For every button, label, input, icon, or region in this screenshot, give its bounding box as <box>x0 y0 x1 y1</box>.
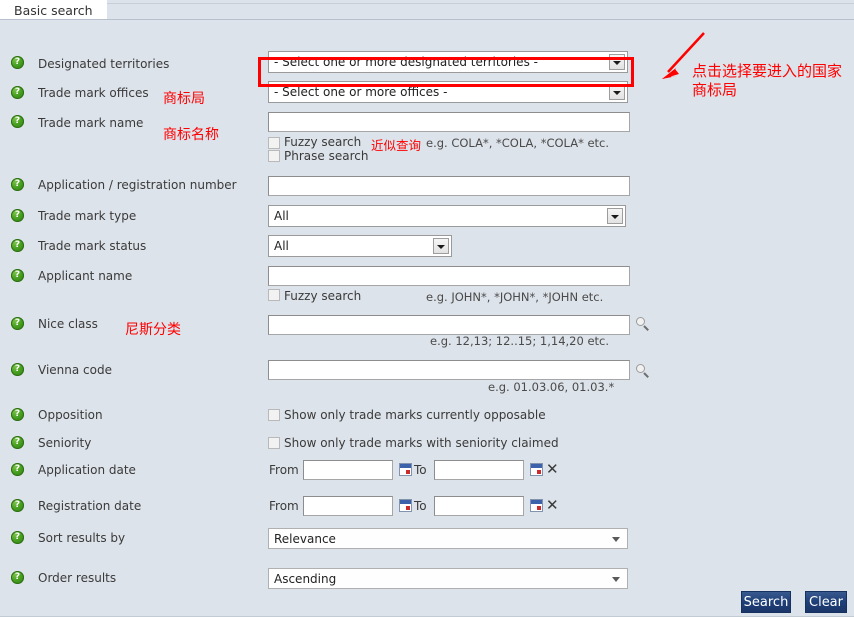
application-registration-number-input[interactable] <box>268 176 630 196</box>
application-date-to-label: To <box>414 463 427 477</box>
label-trade-mark-offices: Trade mark offices <box>38 86 149 100</box>
order-results-value: Ascending <box>274 572 337 586</box>
label-trade-mark-name: Trade mark name <box>38 116 144 130</box>
chevron-down-icon[interactable] <box>612 537 620 542</box>
help-icon[interactable]: ? <box>11 317 24 330</box>
registration-date-from-input[interactable] <box>303 496 393 516</box>
search-icon[interactable] <box>636 364 650 378</box>
calendar-icon[interactable] <box>399 463 412 476</box>
label-nice-class: Nice class <box>38 317 98 331</box>
label-designated-territories: Designated territories <box>38 57 170 71</box>
fuzzy-search-checkbox-name[interactable] <box>268 137 280 149</box>
phrase-search-checkbox[interactable] <box>268 150 280 162</box>
designated-territories-select[interactable]: - Select one or more designated territor… <box>268 51 628 73</box>
vienna-code-input[interactable] <box>268 360 630 380</box>
seniority-checkbox[interactable] <box>268 437 280 449</box>
help-icon[interactable]: ? <box>11 531 24 544</box>
registration-date-from-label: From <box>269 499 299 513</box>
clear-button[interactable]: Clear <box>805 591 847 613</box>
chevron-down-icon[interactable] <box>609 84 625 100</box>
magnifier-handle <box>643 372 649 378</box>
callout-cn-line2: 商标局 <box>692 81 738 99</box>
applicant-name-hint: e.g. JOHN*, *JOHN*, *JOHN etc. <box>426 290 604 304</box>
fuzzy-search-label-name: Fuzzy search <box>284 135 362 149</box>
help-icon[interactable]: ? <box>11 115 24 128</box>
label-application-date: Application date <box>38 463 136 477</box>
annotation-trade-mark-offices-cn: 商标局 <box>163 91 205 107</box>
order-results-select[interactable]: Ascending <box>268 568 628 589</box>
tab-bar: Basic search <box>0 0 854 20</box>
trade-mark-name-input[interactable] <box>268 112 630 132</box>
callout-cn-line1: 点击选择要进入的国家 <box>692 62 843 80</box>
application-date-from-input[interactable] <box>303 460 393 480</box>
chevron-down-icon[interactable] <box>612 577 620 582</box>
search-icon[interactable] <box>636 317 650 331</box>
applicant-name-input[interactable] <box>268 266 630 286</box>
search-button[interactable]: Search <box>741 591 791 613</box>
fuzzy-search-cn-name: 近似查询 <box>371 138 422 153</box>
application-date-to-input[interactable] <box>434 460 524 480</box>
fuzzy-search-checkbox-applicant[interactable] <box>268 289 280 301</box>
registration-date-to-label: To <box>414 499 427 513</box>
label-vienna-code: Vienna code <box>38 363 112 377</box>
help-icon[interactable]: ? <box>11 209 24 222</box>
calendar-icon[interactable] <box>530 499 543 512</box>
phrase-search-label: Phrase search <box>284 149 369 163</box>
help-icon[interactable]: ? <box>11 269 24 282</box>
help-icon[interactable]: ? <box>11 571 24 584</box>
registration-date-to-input[interactable] <box>434 496 524 516</box>
trade-mark-type-value: All <box>274 209 289 223</box>
label-opposition: Opposition <box>38 408 103 422</box>
trade-mark-status-select[interactable]: All <box>268 235 452 257</box>
nice-class-input[interactable] <box>268 315 630 335</box>
label-sort-results-by: Sort results by <box>38 531 126 545</box>
sort-results-by-value: Relevance <box>274 532 336 546</box>
annotation-trade-mark-name-cn: 商标名称 <box>163 127 219 143</box>
help-icon[interactable]: ? <box>11 239 24 252</box>
help-icon[interactable]: ? <box>11 363 24 376</box>
label-application-registration-number: Application / registration number <box>38 178 237 192</box>
trade-mark-name-hint: e.g. COLA*, *COLA, *COLA* etc. <box>426 136 610 150</box>
trade-mark-type-select[interactable]: All <box>268 205 626 227</box>
application-date-from-label: From <box>269 463 299 477</box>
sort-results-by-select[interactable]: Relevance <box>268 528 628 549</box>
help-icon[interactable]: ? <box>11 436 24 449</box>
chevron-down-icon[interactable] <box>607 208 623 224</box>
clear-application-date-icon[interactable]: ✕ <box>546 462 559 477</box>
trade-mark-offices-select[interactable]: - Select one or more offices - <box>268 81 628 103</box>
help-icon[interactable]: ? <box>11 499 24 512</box>
chevron-down-icon[interactable] <box>609 54 625 70</box>
tab-basic-search[interactable]: Basic search <box>0 0 107 19</box>
annotation-nice-class-cn: 尼斯分类 <box>125 322 181 338</box>
calendar-icon[interactable] <box>399 499 412 512</box>
fuzzy-search-label-applicant: Fuzzy search <box>284 289 362 303</box>
label-registration-date: Registration date <box>38 499 142 513</box>
label-trade-mark-type: Trade mark type <box>38 209 137 223</box>
help-icon[interactable]: ? <box>11 56 24 69</box>
label-seniority: Seniority <box>38 436 92 450</box>
nice-class-hint: e.g. 12,13; 12..15; 1,14,20 etc. <box>430 334 610 348</box>
vienna-code-hint: e.g. 01.03.06, 01.03.* <box>488 380 615 394</box>
seniority-checkbox-label: Show only trade marks with seniority cla… <box>284 436 559 450</box>
label-order-results: Order results <box>38 571 117 585</box>
chevron-down-icon[interactable] <box>433 238 449 254</box>
trade-mark-status-value: All <box>274 239 289 253</box>
help-icon[interactable]: ? <box>11 178 24 191</box>
calendar-icon[interactable] <box>530 463 543 476</box>
label-trade-mark-status: Trade mark status <box>38 239 147 253</box>
help-icon[interactable]: ? <box>11 408 24 421</box>
magnifier-handle <box>643 325 649 331</box>
designated-territories-value: - Select one or more designated territor… <box>274 55 538 69</box>
clear-registration-date-icon[interactable]: ✕ <box>546 498 559 513</box>
help-icon[interactable]: ? <box>11 463 24 476</box>
opposition-checkbox-label: Show only trade marks currently opposabl… <box>284 408 546 422</box>
opposition-checkbox[interactable] <box>268 409 280 421</box>
help-icon[interactable]: ? <box>11 86 24 99</box>
label-applicant-name: Applicant name <box>38 269 133 283</box>
tab-strip-filler <box>104 3 854 19</box>
trade-mark-offices-value: - Select one or more offices - <box>274 85 448 99</box>
